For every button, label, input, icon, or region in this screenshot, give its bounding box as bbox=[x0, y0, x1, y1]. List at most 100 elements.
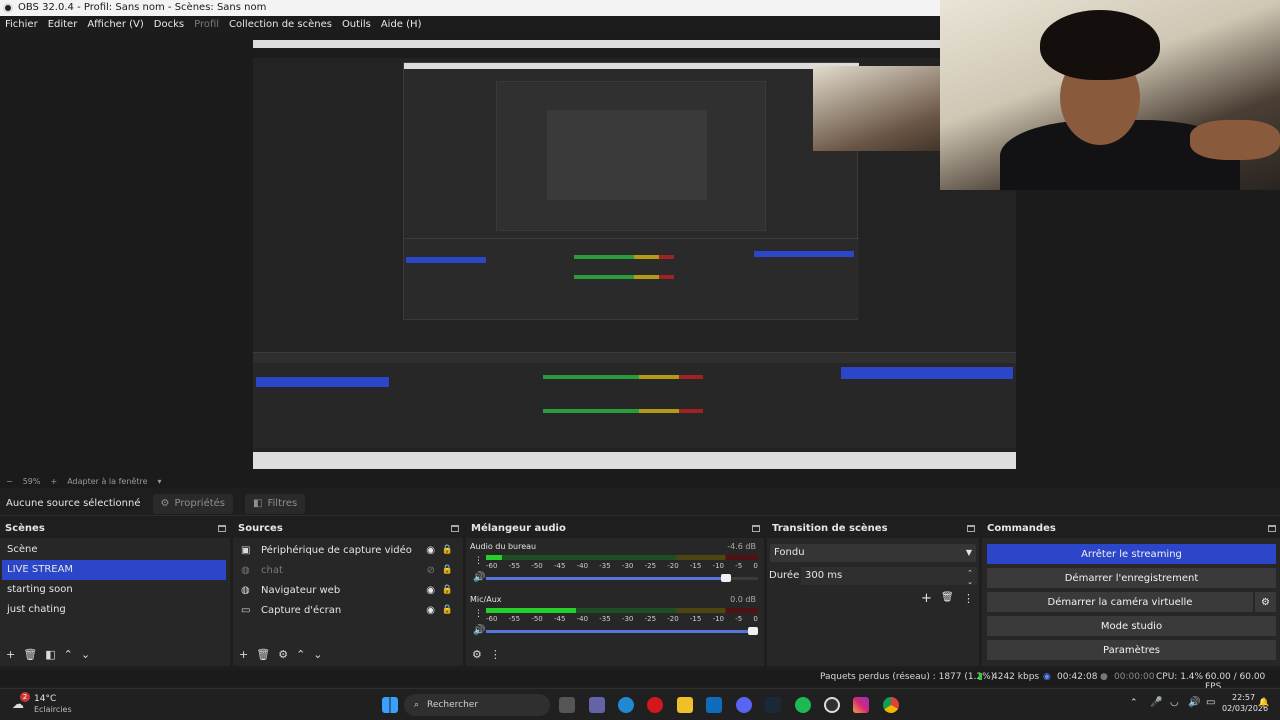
spin-down-icon[interactable]: ⌄ bbox=[967, 573, 973, 591]
edge-icon[interactable] bbox=[618, 697, 634, 713]
stop-streaming-button[interactable]: Arrêter le streaming bbox=[987, 544, 1276, 564]
steam-icon[interactable] bbox=[765, 697, 781, 713]
trash-icon[interactable]: 🗑 bbox=[256, 648, 270, 661]
start-virtual-camera-button[interactable]: Démarrer la caméra virtuelle bbox=[987, 592, 1253, 612]
zoom-in-button[interactable]: + bbox=[50, 477, 57, 486]
chrome-icon[interactable] bbox=[883, 697, 899, 713]
obs-icon[interactable] bbox=[824, 697, 840, 713]
microphone-icon[interactable]: 🎤 bbox=[1150, 697, 1162, 708]
gear-icon[interactable]: ⚙ bbox=[278, 648, 288, 661]
start-recording-button[interactable]: Démarrer l'enregistrement bbox=[987, 568, 1276, 588]
menu-profil[interactable]: Profil bbox=[194, 19, 219, 30]
speaker-icon[interactable]: 🔊 bbox=[473, 572, 485, 583]
clock-time[interactable]: 22:57 bbox=[1232, 693, 1255, 702]
add-icon[interactable]: + bbox=[921, 591, 932, 606]
filters-button[interactable]: ◧ Filtres bbox=[245, 493, 306, 514]
dock-float-icon[interactable] bbox=[967, 525, 975, 532]
source-item[interactable]: ◍ chat ⊘ 🔒 bbox=[237, 560, 453, 580]
taskbar-search[interactable]: ⌕ Rechercher bbox=[404, 694, 550, 716]
dock-float-icon[interactable] bbox=[218, 525, 226, 532]
program-preview-canvas[interactable] bbox=[253, 40, 1016, 469]
transition-select[interactable]: Fondu ▼ bbox=[770, 544, 976, 562]
filters-label: Filtres bbox=[267, 498, 298, 509]
nested-taskbar bbox=[253, 452, 1016, 469]
kebab-menu-icon[interactable]: ⋮ bbox=[490, 648, 501, 661]
lock-icon[interactable]: 🔒 bbox=[442, 545, 453, 555]
kebab-menu-icon[interactable]: ⋮ bbox=[963, 592, 974, 605]
tick-label: -45 bbox=[553, 615, 566, 623]
volume-meter bbox=[486, 608, 758, 613]
add-icon[interactable]: + bbox=[6, 648, 15, 661]
menu-editer[interactable]: Editer bbox=[48, 19, 78, 30]
menu-afficher[interactable]: Afficher (V) bbox=[87, 19, 143, 30]
dock-float-icon[interactable] bbox=[1268, 525, 1276, 532]
filter-icon[interactable]: ◧ bbox=[45, 648, 55, 661]
dock-float-icon[interactable] bbox=[752, 525, 760, 532]
source-item[interactable]: ▣ Périphérique de capture vidéo ◉ 🔒 bbox=[237, 540, 453, 560]
studio-mode-button[interactable]: Mode studio bbox=[987, 616, 1276, 636]
menu-aide[interactable]: Aide (H) bbox=[381, 19, 422, 30]
down-arrow-icon[interactable]: ⌄ bbox=[81, 648, 90, 661]
task-view-icon[interactable] bbox=[559, 697, 575, 713]
menu-outils[interactable]: Outils bbox=[342, 19, 371, 30]
obs-logo-icon bbox=[3, 3, 13, 13]
dock-float-icon[interactable] bbox=[451, 525, 459, 532]
volume-slider[interactable] bbox=[486, 627, 758, 635]
eye-icon[interactable]: ◉ bbox=[426, 605, 435, 616]
notification-bell-icon[interactable]: 🔔 bbox=[1258, 698, 1269, 708]
menu-docks[interactable]: Docks bbox=[154, 19, 184, 30]
lock-icon[interactable]: 🔒 bbox=[442, 565, 453, 575]
scene-item[interactable]: LIVE STREAM bbox=[2, 560, 226, 580]
settings-button[interactable]: Paramètres bbox=[987, 640, 1276, 660]
source-item[interactable]: ▭ Capture d'écran ◉ 🔒 bbox=[237, 600, 453, 620]
store-icon[interactable] bbox=[706, 697, 722, 713]
chevron-down-icon[interactable]: ▾ bbox=[157, 477, 161, 486]
lock-icon[interactable]: 🔒 bbox=[442, 605, 453, 615]
menu-fichier[interactable]: Fichier bbox=[5, 19, 38, 30]
zoom-out-button[interactable]: − bbox=[6, 477, 13, 486]
virtual-camera-settings-button[interactable]: ⚙ bbox=[1255, 592, 1276, 612]
weather-widget[interactable]: ☁ 2 bbox=[12, 692, 34, 715]
chevron-up-icon[interactable]: ⌃ bbox=[1130, 698, 1138, 708]
volume-slider[interactable] bbox=[486, 574, 758, 582]
slider-knob[interactable] bbox=[748, 627, 758, 635]
speaker-icon[interactable]: 🔊 bbox=[473, 625, 485, 636]
zoom-level[interactable]: 59% bbox=[23, 477, 41, 486]
gear-icon[interactable]: ⚙ bbox=[472, 648, 482, 661]
file-explorer-icon[interactable] bbox=[677, 697, 693, 713]
scene-item[interactable]: Scène bbox=[2, 540, 226, 560]
scene-item[interactable]: just chating bbox=[2, 600, 226, 620]
battery-icon[interactable]: ▭ bbox=[1206, 697, 1215, 708]
filter-icon: ◧ bbox=[253, 498, 263, 509]
eye-icon[interactable]: ◉ bbox=[426, 545, 435, 556]
teams-icon[interactable] bbox=[589, 697, 605, 713]
eye-icon[interactable]: ◉ bbox=[426, 585, 435, 596]
trash-icon[interactable]: 🗑 bbox=[941, 592, 954, 603]
start-icon[interactable] bbox=[382, 697, 398, 713]
slider-knob[interactable] bbox=[720, 574, 731, 582]
source-item[interactable]: ◍ Navigateur web ◉ 🔒 bbox=[237, 580, 453, 600]
discord-icon[interactable] bbox=[736, 697, 752, 713]
up-arrow-icon[interactable]: ⌃ bbox=[296, 648, 305, 661]
preview-area[interactable] bbox=[0, 0, 1280, 474]
up-arrow-icon[interactable]: ⌃ bbox=[64, 648, 73, 661]
duration-spinbox[interactable]: 300 ms ⌃ ⌄ bbox=[801, 567, 977, 586]
zoom-fit-select[interactable]: Adapter à la fenêtre bbox=[67, 477, 147, 486]
volume-icon[interactable]: 🔊 bbox=[1188, 697, 1200, 708]
add-icon[interactable]: + bbox=[239, 648, 248, 661]
opera-icon[interactable] bbox=[647, 697, 663, 713]
trash-icon[interactable]: 🗑 bbox=[23, 648, 37, 661]
properties-button[interactable]: ⚙ Propriétés bbox=[152, 493, 234, 514]
sources-title: Sources bbox=[238, 523, 283, 534]
kebab-menu-icon[interactable]: ⋮ bbox=[474, 609, 483, 619]
wifi-icon[interactable]: ◡ bbox=[1170, 697, 1179, 708]
duration-label: Durée bbox=[769, 570, 800, 581]
scene-item[interactable]: starting soon bbox=[2, 580, 226, 600]
spotify-icon[interactable] bbox=[795, 697, 811, 713]
lock-icon[interactable]: 🔒 bbox=[442, 585, 453, 595]
menu-collection-scenes[interactable]: Collection de scènes bbox=[229, 19, 332, 30]
kebab-menu-icon[interactable]: ⋮ bbox=[474, 556, 483, 566]
down-arrow-icon[interactable]: ⌄ bbox=[313, 648, 322, 661]
eye-hidden-icon[interactable]: ⊘ bbox=[427, 565, 435, 576]
instagram-icon[interactable] bbox=[853, 697, 869, 713]
